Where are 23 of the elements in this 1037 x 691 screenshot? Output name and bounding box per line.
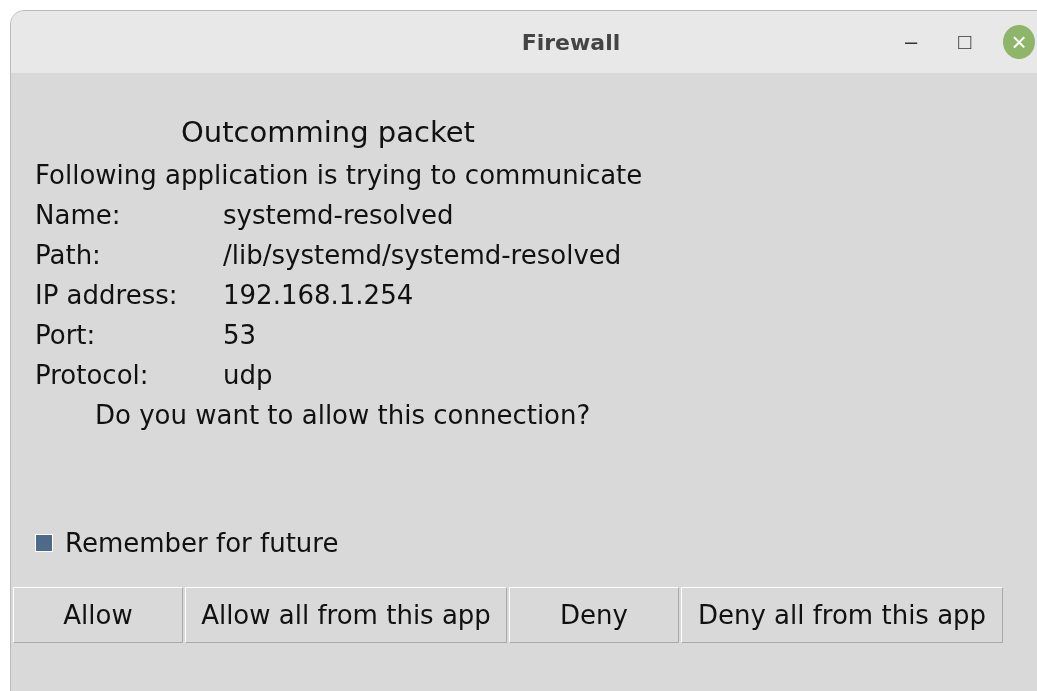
remember-checkbox[interactable]: Remember for future xyxy=(35,523,1037,563)
checkbox-icon[interactable] xyxy=(35,534,53,552)
action-button[interactable]: Allow all from this app xyxy=(185,587,507,643)
maximize-button[interactable]: □ xyxy=(949,25,981,59)
field-label: Protocol: xyxy=(35,359,150,392)
field-label: Path: xyxy=(35,239,102,272)
field-value: /lib/systemd/systemd-resolved xyxy=(223,240,622,270)
field-label: Port: xyxy=(35,319,97,352)
field-value: systemd-resolved xyxy=(223,200,454,230)
question-text: Do you want to allow this connection? xyxy=(94,399,592,432)
window-title: Firewall xyxy=(521,29,621,55)
field-value: 192.168.1.254 xyxy=(223,280,414,310)
dialog-heading: Outcomming packet xyxy=(180,115,476,151)
field-value: udp xyxy=(223,360,273,390)
action-button[interactable]: Deny xyxy=(509,587,679,643)
field-value: 53 xyxy=(223,320,257,350)
checkbox-label: Remember for future xyxy=(65,528,339,558)
action-button[interactable]: Allow xyxy=(13,587,183,643)
field-label: IP address: xyxy=(35,279,179,312)
field-label: Name: xyxy=(35,199,122,232)
intro-text: Following application is trying to communicate xyxy=(35,159,644,192)
action-button[interactable]: Deny all from this app xyxy=(681,587,1003,643)
minimize-button[interactable]: – xyxy=(895,25,927,59)
